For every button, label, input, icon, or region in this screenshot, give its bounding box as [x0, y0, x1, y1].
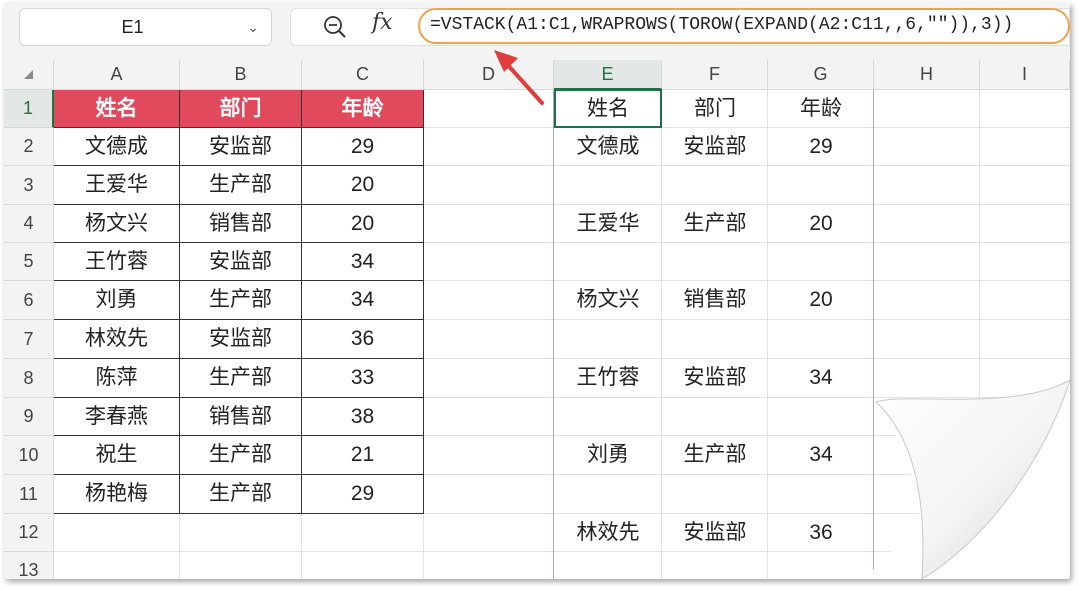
source-cell[interactable]: 21 [302, 436, 424, 475]
result-header-age[interactable]: 年龄 [768, 90, 874, 128]
page-curl-decoration [864, 372, 1070, 579]
zoom-out-icon[interactable] [322, 14, 348, 40]
row-header-12[interactable]: 12 [4, 514, 54, 552]
source-cell[interactable]: 生产部 [180, 436, 302, 475]
source-cell[interactable]: 安监部 [180, 243, 302, 281]
column-header-b[interactable]: B [180, 60, 302, 90]
row-header-13[interactable]: 13 [4, 552, 54, 579]
row-header-2[interactable]: 2 [4, 128, 54, 166]
source-cell[interactable]: 34 [302, 281, 424, 320]
source-cell[interactable]: 34 [302, 243, 424, 281]
result-cell[interactable]: 36 [768, 514, 874, 552]
source-cell[interactable]: 生产部 [180, 359, 302, 398]
row-header-10[interactable]: 10 [4, 436, 54, 475]
name-box-value: E1 [121, 17, 144, 37]
source-cell[interactable]: 38 [302, 398, 424, 436]
result-cell[interactable]: 刘勇 [554, 436, 662, 475]
result-cell[interactable]: 杨文兴 [554, 281, 662, 320]
column-header-d[interactable]: D [424, 60, 554, 90]
row-header-5[interactable]: 5 [4, 243, 54, 281]
spreadsheet-window: E1 ⌄ fx =VSTACK(A1:C1,WRAPROWS(TOROW(EXP… [4, 2, 1070, 579]
column-header-g[interactable]: G [768, 60, 874, 90]
column-header-i[interactable]: I [980, 60, 1070, 90]
column-header-c[interactable]: C [302, 60, 424, 90]
row-header-9[interactable]: 9 [4, 398, 54, 436]
result-cell[interactable]: 生产部 [662, 436, 768, 475]
source-header-age[interactable]: 年龄 [302, 90, 424, 128]
result-cell[interactable]: 34 [768, 436, 874, 475]
source-cell[interactable]: 33 [302, 359, 424, 398]
column-header-a[interactable]: A [54, 60, 180, 90]
result-cell[interactable]: 林效先 [554, 514, 662, 552]
spill-range-left-border [553, 90, 554, 579]
row-header-6[interactable]: 6 [4, 281, 54, 320]
result-header-dept[interactable]: 部门 [662, 90, 768, 128]
result-cell[interactable]: 王竹蓉 [554, 359, 662, 398]
formula-input[interactable]: =VSTACK(A1:C1,WRAPROWS(TOROW(EXPAND(A2:C… [418, 8, 1070, 44]
source-cell[interactable]: 杨艳梅 [54, 475, 180, 514]
source-cell[interactable]: 刘勇 [54, 281, 180, 320]
result-cell[interactable]: 20 [768, 281, 874, 320]
row-header-8[interactable]: 8 [4, 359, 54, 398]
result-cell[interactable]: 安监部 [662, 514, 768, 552]
result-cell[interactable]: 销售部 [662, 281, 768, 320]
row-header-7[interactable]: 7 [4, 320, 54, 359]
result-cell[interactable]: 生产部 [662, 205, 768, 243]
source-cell[interactable]: 安监部 [180, 128, 302, 166]
active-cell-e1[interactable] [554, 89, 662, 128]
source-cell[interactable]: 20 [302, 166, 424, 205]
source-cell[interactable]: 生产部 [180, 166, 302, 205]
source-cell[interactable]: 销售部 [180, 398, 302, 436]
chevron-down-icon[interactable]: ⌄ [247, 9, 259, 45]
source-header-dept[interactable]: 部门 [180, 90, 302, 128]
result-cell[interactable]: 王爱华 [554, 205, 662, 243]
function-icon[interactable]: fx [372, 10, 393, 35]
column-header-f[interactable]: F [662, 60, 768, 90]
result-cell[interactable]: 安监部 [662, 128, 768, 166]
result-cell[interactable]: 20 [768, 205, 874, 243]
source-cell[interactable]: 王竹蓉 [54, 243, 180, 281]
source-cell[interactable]: 林效先 [54, 320, 180, 359]
source-cell[interactable]: 29 [302, 475, 424, 514]
source-cell[interactable]: 文德成 [54, 128, 180, 166]
source-header-name[interactable]: 姓名 [54, 90, 180, 128]
column-header-h[interactable]: H [874, 60, 980, 90]
row-header-4[interactable]: 4 [4, 205, 54, 243]
source-cell[interactable]: 生产部 [180, 475, 302, 514]
result-cell[interactable]: 文德成 [554, 128, 662, 166]
column-header-e[interactable]: E [554, 60, 662, 90]
source-cell[interactable]: 安监部 [180, 320, 302, 359]
source-cell[interactable]: 36 [302, 320, 424, 359]
row-header-11[interactable]: 11 [4, 475, 54, 514]
source-cell[interactable]: 杨文兴 [54, 205, 180, 243]
source-cell[interactable]: 生产部 [180, 281, 302, 320]
source-cell[interactable]: 祝生 [54, 436, 180, 475]
source-cell[interactable]: 王爱华 [54, 166, 180, 205]
source-cell[interactable]: 20 [302, 205, 424, 243]
source-cell[interactable]: 销售部 [180, 205, 302, 243]
result-cell[interactable]: 34 [768, 359, 874, 398]
result-cell[interactable]: 29 [768, 128, 874, 166]
row-header-1[interactable]: 1 [4, 90, 54, 128]
source-cell[interactable]: 29 [302, 128, 424, 166]
row-header-3[interactable]: 3 [4, 166, 54, 205]
source-cell[interactable]: 陈萍 [54, 359, 180, 398]
source-cell[interactable]: 李春燕 [54, 398, 180, 436]
result-cell[interactable]: 安监部 [662, 359, 768, 398]
select-all-icon [24, 70, 33, 79]
name-box[interactable]: E1 ⌄ [19, 8, 272, 46]
